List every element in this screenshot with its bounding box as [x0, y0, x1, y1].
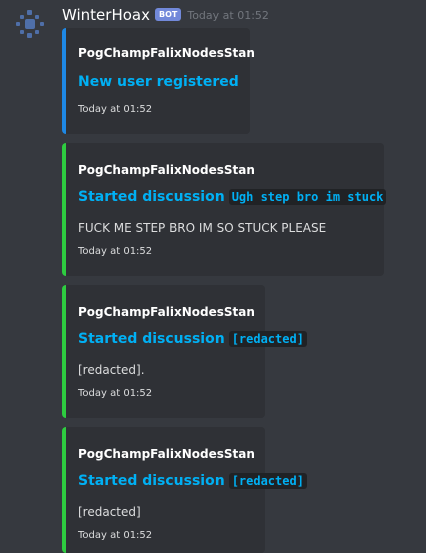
embed-card: PogChampFalixNodesStan New user register…	[62, 28, 255, 134]
embed-author: PogChampFalixNodesStan	[78, 447, 255, 461]
embed-title-text[interactable]: New user registered	[78, 74, 239, 90]
embed-description: [redacted]	[78, 505, 141, 519]
embed-card: PogChampFalixNodesStan Started discussio…	[62, 285, 307, 418]
embed-footer-timestamp: Today at 01:52	[78, 246, 153, 257]
embed-author: PogChampFalixNodesStan	[78, 305, 255, 319]
embed-title-code[interactable]: [redacted]	[228, 331, 307, 347]
embed-title-code[interactable]: [redacted]	[228, 473, 307, 489]
embed-footer-timestamp: Today at 01:52	[78, 530, 153, 541]
embed-title-link[interactable]: Started discussion Ugh step bro im stuck	[78, 189, 387, 205]
embed-title-link[interactable]: Started discussion [redacted]	[78, 473, 307, 489]
embed-card: PogChampFalixNodesStan Started discussio…	[62, 427, 307, 553]
embed-author: PogChampFalixNodesStan	[78, 46, 255, 60]
embed-card: PogChampFalixNodesStan Started discussio…	[62, 143, 387, 276]
embed-title-code[interactable]: Ugh step bro im stuck	[228, 189, 387, 205]
chat-message: WinterHoax BOT Today at 01:52 PogChampFa…	[0, 0, 426, 553]
embed-title-text[interactable]: Started discussion	[78, 189, 225, 205]
message-header: WinterHoax BOT Today at 01:52	[62, 4, 269, 26]
embed-title-link[interactable]: New user registered	[78, 74, 239, 90]
embed-title-text[interactable]: Started discussion	[78, 331, 225, 347]
embed-author: PogChampFalixNodesStan	[78, 163, 255, 177]
discord-default-avatar-icon[interactable]	[14, 8, 46, 40]
embed-title-link[interactable]: Started discussion [redacted]	[78, 331, 307, 347]
embed-title-text[interactable]: Started discussion	[78, 473, 225, 489]
author-name[interactable]: WinterHoax	[62, 6, 150, 24]
embed-footer-timestamp: Today at 01:52	[78, 104, 153, 115]
embed-description: [redacted].	[78, 363, 145, 377]
embed-footer-timestamp: Today at 01:52	[78, 388, 153, 399]
bot-tag: BOT	[154, 7, 182, 21]
embed-description: FUCK ME STEP BRO IM SO STUCK PLEASE	[78, 221, 327, 235]
message-timestamp[interactable]: Today at 01:52	[187, 9, 269, 22]
